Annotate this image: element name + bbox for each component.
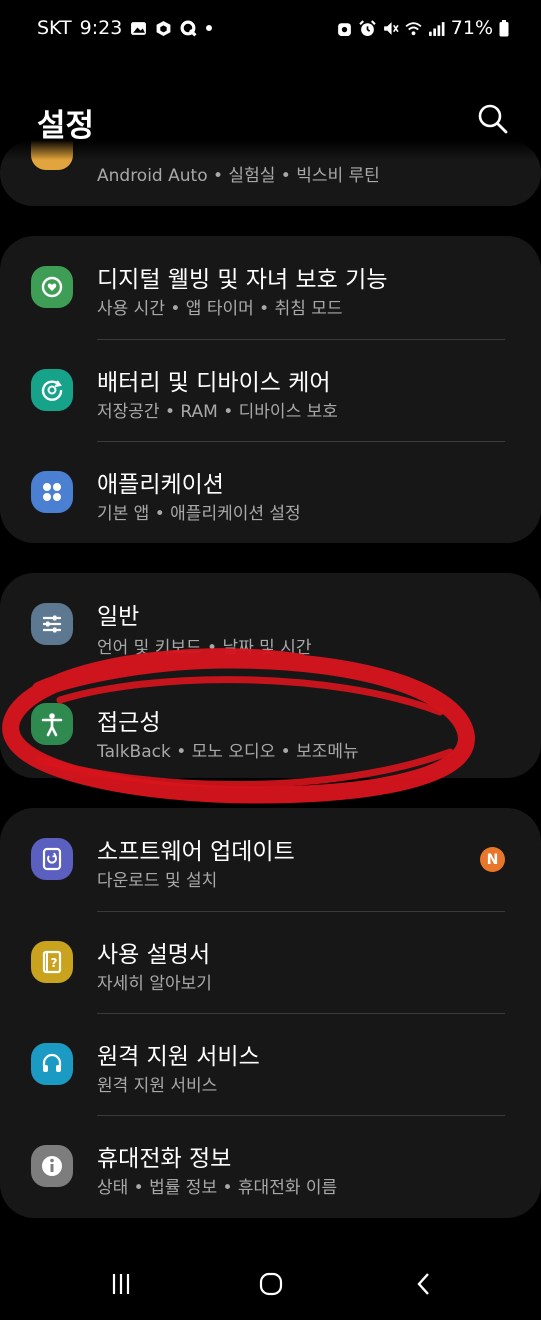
back-icon [417,1273,429,1295]
software-update-icon [31,838,73,880]
carrier-label: SKT [37,17,72,39]
settings-item-applications[interactable]: 애플리케이션 기본 앱 • 애플리케이션 설정 [0,451,541,553]
item-title: 사용 설명서 [97,942,211,968]
settings-item-accessibility[interactable]: 접근성 TalkBack • 모노 오디오 • 보조메뉴 [0,681,541,783]
svg-text:?: ? [51,956,58,970]
device-care-icon [31,369,73,411]
item-subtitle: 자세히 알아보기 [97,974,212,994]
phone-info-icon [31,1145,73,1187]
settings-group-3: 소프트웨어 업데이트 다운로드 및 설치 N ? 사용 설명서 자세히 알아보기… [0,808,541,1218]
home-button[interactable] [251,1264,291,1304]
settings-item-general[interactable]: 일반 언어 및 키보드 • 날짜 및 시간 [0,581,541,683]
more-notifications-dot-icon [206,25,213,31]
settings-item-remote-support[interactable]: 원격 지원 서비스 원격 지원 서비스 [0,1013,541,1115]
back-button[interactable] [404,1264,444,1304]
partial-item-subtitle[interactable]: Android Auto • 실험실 • 빅스비 루틴 [97,161,380,186]
settings-group-1: 디지털 웰빙 및 자녀 보호 기능 사용 시간 • 앱 타이머 • 취침 모드 … [0,236,541,543]
user-manual-icon: ? [31,941,73,983]
item-subtitle: 원격 지원 서비스 [97,1076,218,1096]
navigation-bar [0,1240,541,1320]
settings-item-user-manual[interactable]: ? 사용 설명서 자세히 알아보기 [0,911,541,1013]
item-subtitle: 저장공간 • RAM • 디바이스 보호 [97,402,338,422]
recent-apps-button[interactable] [101,1264,141,1304]
settings-item-device-care[interactable]: 배터리 및 디바이스 케어 저장공간 • RAM • 디바이스 보호 [0,349,541,451]
item-subtitle: 기본 앱 • 애플리케이션 설정 [97,504,301,524]
item-title: 휴대전화 정보 [97,1146,232,1172]
settings-item-digital-wellbeing[interactable]: 디지털 웰빙 및 자녀 보호 기능 사용 시간 • 앱 타이머 • 취침 모드 [0,246,541,348]
alarm-icon [359,19,376,36]
clock: 9:23 [79,17,123,39]
digital-wellbeing-icon [31,266,73,308]
search-button[interactable] [476,102,510,136]
accessibility-icon [31,703,73,745]
item-title: 애플리케이션 [97,472,224,498]
apps-icon [31,471,73,513]
q-notification-icon [180,20,197,37]
page-title: 설정 [37,108,95,144]
item-title: 원격 지원 서비스 [97,1044,260,1070]
item-title: 소프트웨어 업데이트 [97,839,295,865]
item-title: 배터리 및 디바이스 케어 [97,370,331,396]
header-fade [0,140,541,160]
item-subtitle: 사용 시간 • 앱 타이머 • 취침 모드 [97,299,343,319]
item-title: 접근성 [97,710,161,736]
lock-app-icon [337,22,351,36]
battery-icon [499,19,509,36]
settings-group-2: 일반 언어 및 키보드 • 날짜 및 시간 접근성 TalkBack • 모노 … [0,573,541,778]
gallery-notification-icon [131,21,147,35]
item-subtitle: 상태 • 법률 정보 • 휴대전화 이름 [97,1178,338,1198]
battery-percent: 71% [450,17,493,39]
status-bar: SKT 9:23 71% [0,0,541,60]
settings-item-software-update[interactable]: 소프트웨어 업데이트 다운로드 및 설치 N [0,808,541,910]
remote-support-icon [31,1043,73,1085]
signal-icon [428,21,445,36]
new-update-badge: N [480,847,505,872]
cube-notification-icon [156,20,171,36]
item-subtitle: 언어 및 키보드 • 날짜 및 시간 [97,638,312,658]
item-title: 디지털 웰빙 및 자녀 보호 기능 [97,267,388,293]
search-icon [478,104,508,134]
mute-icon [383,21,399,35]
recent-apps-icon [112,1274,130,1294]
item-subtitle: TalkBack • 모노 오디오 • 보조메뉴 [97,742,359,762]
home-icon [259,1272,283,1296]
wifi-icon [405,21,422,35]
general-management-icon [31,603,73,645]
divider [97,441,505,442]
item-title: 일반 [97,604,140,630]
divider [97,339,505,340]
item-subtitle: 다운로드 및 설치 [97,871,218,891]
settings-item-phone-info[interactable]: 휴대전화 정보 상태 • 법률 정보 • 휴대전화 이름 [0,1115,541,1217]
